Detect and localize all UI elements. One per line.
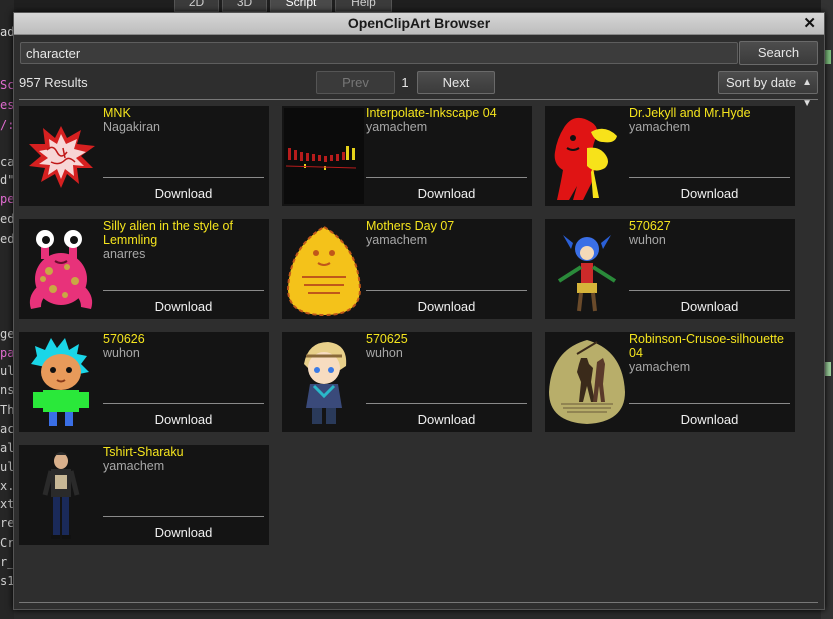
prev-button[interactable]: Prev	[316, 71, 395, 94]
result-card[interactable]: 570625 wuhon Download	[282, 332, 532, 432]
download-button[interactable]: Download	[103, 299, 264, 314]
download-button[interactable]: Download	[366, 412, 527, 427]
download-button[interactable]: Download	[103, 525, 264, 540]
clipart-thumbnail[interactable]	[547, 108, 627, 204]
clipart-thumbnail[interactable]	[547, 334, 627, 430]
card-title: Silly alien in the style of Lemmling	[103, 219, 233, 247]
result-card[interactable]: MNK Nagakiran Download	[19, 106, 269, 206]
card-author: wuhon	[629, 233, 666, 247]
download-button[interactable]: Download	[366, 299, 527, 314]
crusoe-silhouette-icon	[549, 340, 625, 424]
card-divider	[629, 177, 790, 178]
results-grid: MNK Nagakiran Download Interpolate-Inksc…	[19, 106, 819, 596]
download-button[interactable]: Download	[629, 412, 790, 427]
bg-tab-help[interactable]: Help	[335, 0, 392, 12]
background-top-bar: 2D 3D Script Help	[0, 0, 833, 12]
card-author: Nagakiran	[103, 120, 160, 134]
card-divider	[103, 403, 264, 404]
card-divider	[366, 403, 527, 404]
card-title: Robinson-Crusoe-silhouette 04	[629, 332, 784, 360]
blue-hair-kid-icon	[31, 338, 89, 426]
result-card[interactable]: Tshirt-Sharaku yamachem Download	[19, 445, 269, 545]
result-card[interactable]: Dr.Jekyll and Mr.Hyde yamachem Download	[545, 106, 795, 206]
card-title: MNK	[103, 106, 131, 120]
card-divider	[366, 290, 527, 291]
next-button[interactable]: Next	[417, 71, 495, 94]
card-title: 570626	[103, 332, 145, 346]
result-card[interactable]: Silly alien in the style of Lemmling ana…	[19, 219, 269, 319]
clipart-thumbnail[interactable]	[21, 447, 101, 543]
tshirt-man-icon	[42, 452, 80, 539]
card-title: 570627	[629, 219, 671, 233]
sort-select-value: Sort by date	[726, 75, 797, 90]
bg-tab-3d[interactable]: 3D	[222, 0, 267, 12]
mothers-day-egg-icon	[286, 225, 362, 317]
background-code-editor: add Sc es /: ca d" per ed ed ge pad ul n…	[0, 0, 22, 619]
card-author: wuhon	[103, 346, 140, 360]
clipart-thumbnail[interactable]	[284, 334, 364, 430]
jekyll-hyde-icon	[554, 117, 617, 200]
clipart-thumbnail[interactable]	[21, 108, 101, 204]
divider	[19, 602, 818, 603]
card-title: Interpolate-Inkscape 04	[366, 106, 497, 120]
card-author: wuhon	[366, 346, 403, 360]
pink-alien-icon	[29, 230, 93, 309]
search-button[interactable]: Search	[739, 41, 818, 65]
download-button[interactable]: Download	[103, 186, 264, 201]
card-author: yamachem	[366, 233, 428, 247]
divider	[19, 99, 818, 100]
clipart-thumbnail[interactable]	[21, 221, 101, 317]
jester-figure-icon	[557, 235, 617, 312]
results-count: 957 Results	[19, 75, 88, 90]
card-author: yamachem	[629, 360, 691, 374]
card-title: Mothers Day 07	[366, 219, 455, 233]
clipart-thumbnail[interactable]	[284, 108, 364, 204]
card-divider	[103, 177, 264, 178]
search-input[interactable]	[20, 42, 738, 64]
dialog-titlebar[interactable]: OpenClipArt Browser ✕	[14, 13, 824, 35]
card-divider	[366, 177, 527, 178]
card-divider	[629, 403, 790, 404]
card-divider	[629, 290, 790, 291]
clipart-thumbnail[interactable]	[547, 221, 627, 317]
card-divider	[103, 516, 264, 517]
page-number: 1	[401, 75, 409, 90]
card-author: anarres	[103, 247, 146, 261]
close-icon[interactable]: ✕	[803, 14, 816, 32]
dialog-title: OpenClipArt Browser	[347, 15, 491, 31]
result-card[interactable]: Robinson-Crusoe-silhouette 04 yamachem D…	[545, 332, 795, 432]
download-button[interactable]: Download	[366, 186, 527, 201]
anime-boy-icon	[304, 342, 347, 424]
download-button[interactable]: Download	[629, 299, 790, 314]
card-divider	[103, 290, 264, 291]
bg-tab-2d[interactable]: 2D	[174, 0, 219, 12]
download-button[interactable]: Download	[629, 186, 790, 201]
card-author: yamachem	[103, 459, 165, 473]
clipart-thumbnail[interactable]	[284, 221, 364, 317]
bg-tab-script[interactable]: Script	[270, 0, 332, 12]
result-card[interactable]: Interpolate-Inkscape 04 yamachem Downloa…	[282, 106, 532, 206]
card-title: Tshirt-Sharaku	[103, 445, 184, 459]
card-title: Dr.Jekyll and Mr.Hyde	[629, 106, 751, 120]
openclipart-browser-dialog: OpenClipArt Browser ✕ Search 957 Results…	[13, 12, 825, 610]
card-author: yamachem	[366, 120, 428, 134]
card-author: yamachem	[629, 120, 691, 134]
card-title: 570625	[366, 332, 408, 346]
download-button[interactable]: Download	[103, 412, 264, 427]
result-card[interactable]: Mothers Day 07 yamachem Download	[282, 219, 532, 319]
mnk-star-icon	[29, 126, 95, 188]
result-card[interactable]: 570626 wuhon Download	[19, 332, 269, 432]
clipart-thumbnail[interactable]	[21, 334, 101, 430]
sort-select[interactable]: Sort by date ▲ ▼	[718, 71, 818, 109]
interpolate-figures-icon	[284, 108, 364, 204]
result-card[interactable]: 570627 wuhon Download	[545, 219, 795, 319]
